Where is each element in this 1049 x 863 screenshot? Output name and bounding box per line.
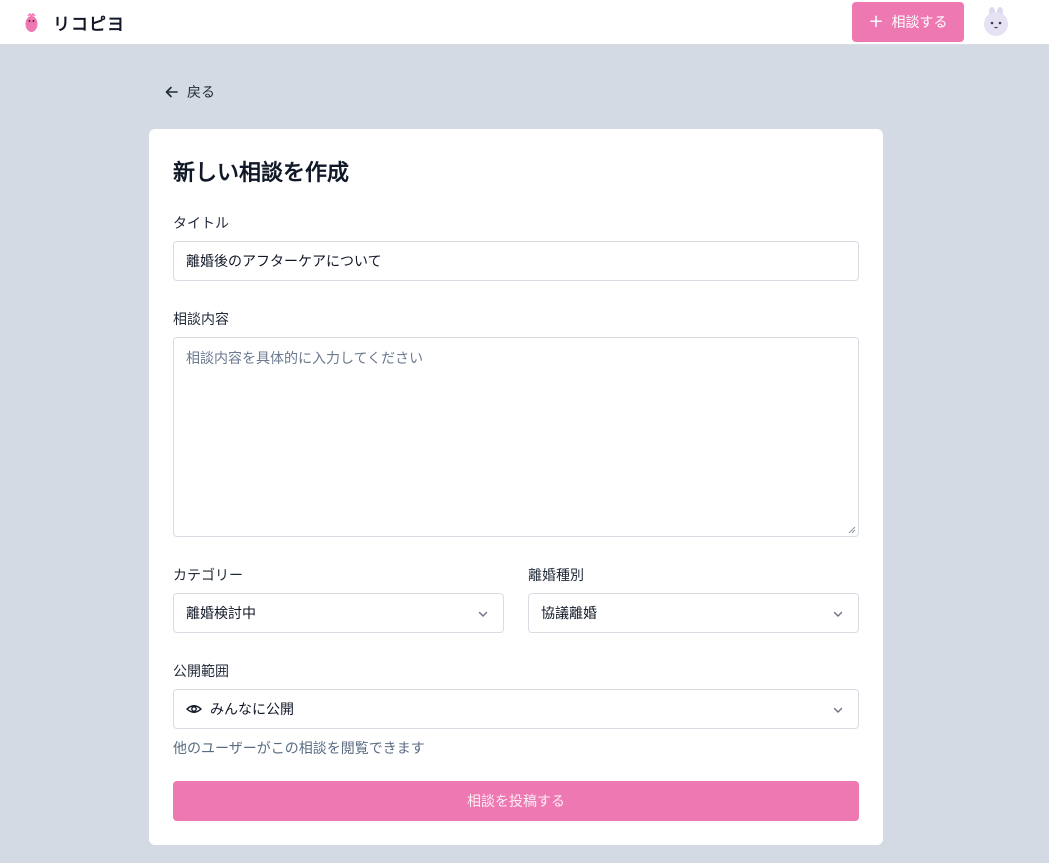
content-label: 相談内容 [173, 312, 229, 328]
bunny-avatar-icon[interactable] [983, 7, 1009, 37]
eye-icon [186, 705, 202, 713]
app-name: リコピヨ [53, 15, 125, 35]
create-consultation-card: 新しい相談を作成 タイトル 離婚後のアフターケアについて 相談内容 相談内容を具… [149, 129, 883, 845]
divorce-type-select[interactable]: 協議離婚 [528, 593, 859, 633]
submit-consultation-button[interactable]: 相談を投稿する [173, 781, 859, 821]
chevron-down-icon [833, 707, 843, 713]
visibility-label: 公開範囲 [173, 664, 229, 680]
chevron-down-icon [478, 611, 488, 617]
category-label: カテゴリー [173, 568, 243, 584]
category-select[interactable]: 離婚検討中 [173, 593, 504, 633]
new-consultation-label: 相談する [891, 15, 948, 31]
resize-grip-icon[interactable] [848, 526, 856, 534]
visibility-select[interactable]: みんなに公開 [173, 689, 859, 729]
chevron-down-icon [833, 611, 843, 617]
arrow-left-icon [165, 86, 178, 98]
plus-icon: + [868, 11, 884, 32]
top-header: リコピヨ + 相談する [0, 0, 1049, 45]
logo[interactable]: リコピヨ [24, 10, 125, 35]
title-input[interactable]: 離婚後のアフターケアについて [173, 241, 859, 281]
divorce-type-value: 協議離婚 [541, 606, 597, 622]
chick-logo-icon [25, 12, 38, 32]
visibility-help-text: 他のユーザーがこの相談を閲覧できます [173, 741, 425, 757]
title-label: タイトル [173, 216, 229, 232]
back-link[interactable]: 戻る [165, 82, 215, 102]
content-textarea[interactable]: 相談内容を具体的に入力してください [173, 337, 859, 537]
new-consultation-button[interactable]: + 相談する [852, 2, 964, 42]
title-input-value: 離婚後のアフターケアについて [186, 254, 382, 270]
category-value: 離婚検討中 [186, 606, 256, 622]
content-placeholder: 相談内容を具体的に入力してください [186, 351, 424, 367]
back-label: 戻る [187, 85, 215, 101]
divorce-type-label: 離婚種別 [528, 568, 584, 584]
visibility-value: みんなに公開 [210, 702, 294, 718]
page-title: 新しい相談を作成 [173, 161, 350, 186]
